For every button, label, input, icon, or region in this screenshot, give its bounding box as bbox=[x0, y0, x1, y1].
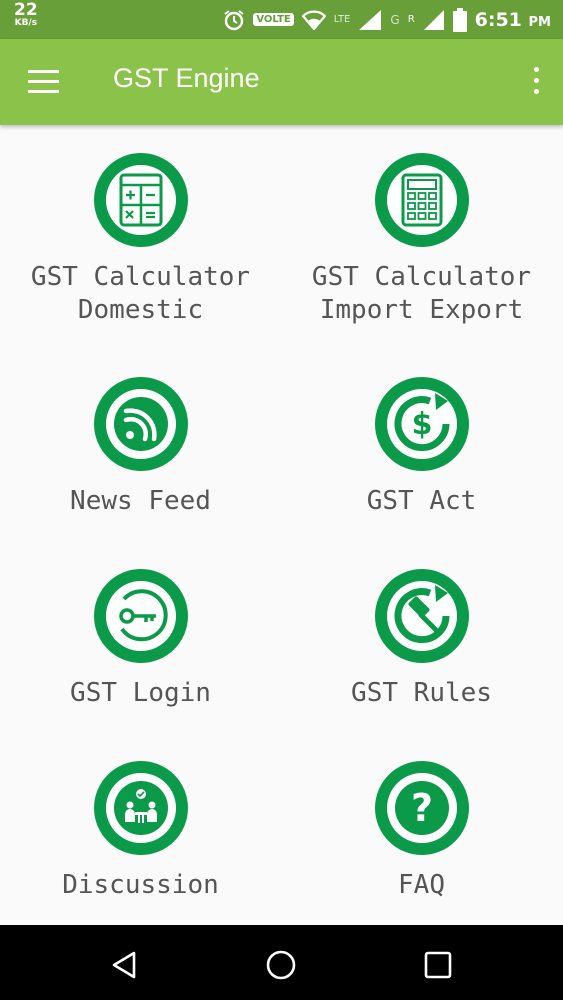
network-speed: 22 KB/s bbox=[14, 0, 38, 30]
back-icon[interactable] bbox=[106, 947, 142, 983]
lte-label: LTE bbox=[333, 14, 351, 25]
battery-icon bbox=[452, 7, 467, 32]
gavel-icon bbox=[374, 569, 469, 663]
tile-label: FAQ bbox=[398, 870, 445, 900]
volte-badge: VOLTE bbox=[253, 13, 294, 26]
signal-icon-1 bbox=[359, 9, 382, 30]
rss-icon bbox=[93, 377, 188, 471]
clock-time: 6:51 bbox=[474, 8, 522, 31]
app-bar: GST Engine bbox=[0, 39, 563, 125]
tile-news-feed[interactable]: News Feed bbox=[0, 377, 281, 518]
tile-gst-calculator-domestic[interactable]: GST Calculator Domestic bbox=[0, 153, 281, 327]
discussion-icon bbox=[93, 761, 188, 855]
navigation-bar bbox=[0, 925, 563, 1000]
tile-gst-calculator-import-export[interactable]: GST Calculator Import Export bbox=[281, 153, 562, 327]
more-options-icon[interactable] bbox=[531, 67, 541, 97]
home-icon[interactable] bbox=[263, 947, 299, 983]
status-bar: 22 KB/s VOLTE LTE G R 6:51 PM bbox=[0, 0, 563, 39]
recents-icon[interactable] bbox=[420, 947, 456, 983]
key-icon bbox=[93, 569, 188, 663]
speed-value: 22 bbox=[14, 0, 38, 20]
wifi-icon bbox=[301, 10, 326, 30]
tile-label: News Feed bbox=[70, 486, 211, 516]
speed-unit: KB/s bbox=[14, 18, 38, 28]
menu-icon[interactable] bbox=[28, 70, 59, 94]
clock: 6:51 PM bbox=[475, 9, 551, 31]
calculator-icon bbox=[93, 153, 188, 247]
tile-label: GST Rules bbox=[351, 678, 492, 708]
tile-label: GST Login bbox=[70, 678, 211, 708]
clock-ampm: PM bbox=[528, 14, 551, 30]
tile-gst-act[interactable]: $ GST Act bbox=[281, 377, 562, 518]
question-icon: ? bbox=[374, 761, 469, 855]
tile-discussion[interactable]: Discussion bbox=[0, 761, 281, 902]
r-label: R bbox=[407, 14, 415, 25]
tile-faq[interactable]: ? FAQ bbox=[281, 761, 562, 902]
tile-label: Discussion bbox=[62, 870, 219, 900]
app-title: GST Engine bbox=[113, 63, 260, 93]
dollar-refresh-icon: $ bbox=[374, 377, 469, 471]
signal-icon-2 bbox=[423, 9, 444, 30]
tile-label: GST Calculator Import Export bbox=[311, 262, 532, 325]
tile-gst-rules[interactable]: GST Rules bbox=[281, 569, 562, 710]
alarm-icon bbox=[224, 9, 244, 30]
status-icons: VOLTE LTE G R 6:51 PM bbox=[223, 6, 551, 33]
svg-text:$: $ bbox=[411, 407, 432, 442]
tile-label: GST Act bbox=[366, 486, 477, 516]
tile-label: GST Calculator Domestic bbox=[30, 262, 251, 325]
tile-gst-login[interactable]: GST Login bbox=[0, 569, 281, 710]
g-label: G bbox=[390, 12, 400, 27]
svg-text:?: ? bbox=[410, 786, 432, 830]
menu-grid: GST Calculator Domestic GST Calculator I… bbox=[0, 125, 563, 925]
calculator-grid-icon bbox=[374, 153, 469, 247]
